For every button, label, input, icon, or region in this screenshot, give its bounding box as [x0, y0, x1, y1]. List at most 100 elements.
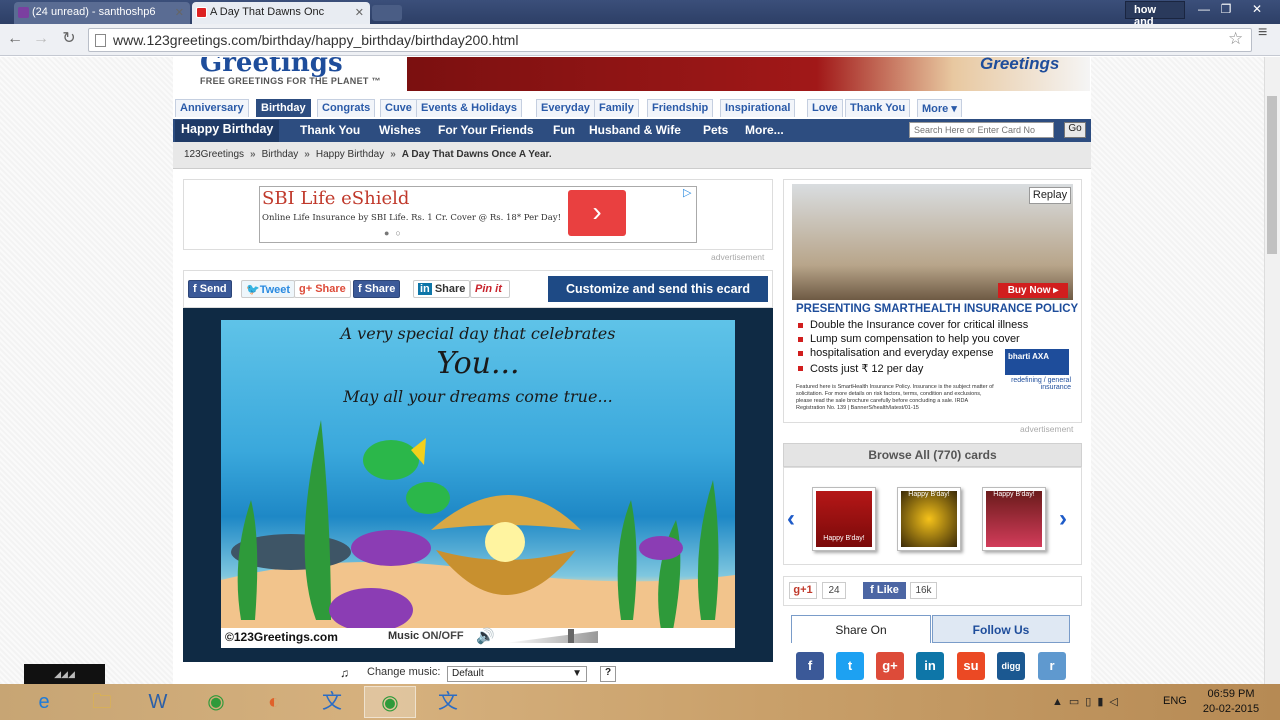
firefox-icon[interactable]: ◐ [248, 686, 300, 718]
fb-like-count: 16k [910, 582, 937, 599]
tab-follow-us[interactable]: Follow Us [932, 615, 1070, 643]
nav-inspirational[interactable]: Inspirational [720, 99, 796, 117]
next-arrow-icon[interactable]: › [1059, 505, 1067, 533]
tab-share-on[interactable]: Share On [791, 615, 931, 643]
ad-arrow-button[interactable]: › [568, 190, 626, 236]
new-tab-button[interactable] [372, 5, 402, 21]
facebook-icon[interactable]: f [796, 652, 824, 680]
prev-arrow-icon[interactable]: ‹ [787, 505, 795, 533]
back-icon[interactable]: ← [4, 29, 26, 49]
pinit-button[interactable]: Pin it [470, 280, 510, 298]
twitter-icon[interactable]: t [836, 652, 864, 680]
explorer-icon[interactable]: 🗀 [76, 686, 128, 718]
brand-tagline: redefining / general insurance [1011, 377, 1071, 391]
card-thumbnail[interactable]: Happy B'day! [982, 487, 1046, 551]
ad-title[interactable]: SBI Life eShield [262, 188, 409, 209]
subnav-fun[interactable]: Fun [553, 123, 575, 137]
google-plus-icon[interactable]: g+ [876, 652, 904, 680]
subnav-happy-birthday[interactable]: Happy Birthday [175, 120, 280, 142]
stumbleupon-icon[interactable]: su [957, 652, 985, 680]
nav-everyday[interactable]: Everyday [536, 99, 595, 117]
nav-birthday[interactable]: Birthday [256, 99, 311, 117]
browse-all-header[interactable]: Browse All (770) cards [783, 443, 1082, 467]
nav-events-holidays[interactable]: Events & Holidays [416, 99, 522, 117]
fish [363, 438, 450, 514]
ad-label: advertisement [1020, 424, 1074, 434]
fb-like-button[interactable]: f Like [863, 582, 906, 599]
crumb-birthday[interactable]: Birthday [262, 149, 299, 160]
gplus-count: 24 [822, 582, 846, 599]
nav-love[interactable]: Love [807, 99, 843, 117]
speaker-icon[interactable]: 🔊 [476, 627, 495, 645]
music-select[interactable]: Default ▼ [447, 666, 587, 682]
adchoices-icon[interactable]: ▷ [683, 186, 691, 199]
subnav-husband-wife[interactable]: Husband & Wife [589, 123, 681, 137]
ad-subtitle: Online Life Insurance by SBI Life. Rs. 1… [262, 213, 562, 223]
close-window-icon[interactable]: ✕ [1240, 0, 1274, 18]
fb-send-button[interactable]: f Send [188, 280, 232, 298]
restore-icon[interactable]: ❐ [1212, 0, 1240, 18]
help-button[interactable]: ? [600, 666, 616, 682]
chrome-active-icon[interactable]: ◉ [364, 686, 416, 718]
tweet-button[interactable]: 🐦Tweet [241, 280, 296, 298]
page-icon [95, 34, 106, 47]
chrome-icon[interactable]: ◉ [190, 686, 242, 718]
crumb-home[interactable]: 123Greetings [184, 149, 244, 160]
tab-mail[interactable]: (24 unread) - santhoshp6 ✕ [14, 2, 190, 24]
subnav-pets[interactable]: Pets [703, 123, 728, 137]
nav-anniversary[interactable]: Anniversary [175, 99, 249, 117]
close-icon[interactable]: ✕ [355, 6, 364, 19]
gplus-share-button[interactable]: g+ Share [294, 280, 351, 298]
customize-send-button[interactable]: Customize and send this ecard [548, 276, 768, 302]
search-input[interactable] [909, 122, 1054, 138]
subnav-for-your-friends[interactable]: For Your Friends [438, 123, 534, 137]
ecard-animation[interactable]: A very special day that celebrates You..… [221, 320, 735, 648]
subnav-more[interactable]: More... [745, 123, 784, 137]
nav-thank-you[interactable]: Thank You [845, 99, 911, 117]
music-toggle[interactable]: ON/OFF [422, 630, 464, 642]
forward-icon[interactable]: → [30, 29, 52, 49]
reddit-icon[interactable]: r [1038, 652, 1066, 680]
nav-cuve[interactable]: Cuve [380, 99, 417, 117]
copyright: ©123Greetings.com [225, 630, 338, 644]
replay-button[interactable]: Replay [1029, 187, 1071, 204]
go-button[interactable]: Go [1064, 122, 1086, 138]
nav-more[interactable]: More ▾ [917, 99, 962, 117]
ad-dots[interactable]: ●○ [384, 228, 407, 238]
reload-icon[interactable]: ↻ [58, 29, 80, 49]
fb-share-button[interactable]: f Share [353, 280, 401, 298]
nav-family[interactable]: Family [594, 99, 639, 117]
tab-greetings[interactable]: A Day That Dawns Onc ✕ [192, 2, 370, 24]
linkedin-share-button[interactable]: in Share [413, 280, 471, 298]
buy-now-button[interactable]: Buy Now ▸ [998, 283, 1068, 298]
clock[interactable]: 06:59 PM 20-02-2015 [1196, 687, 1266, 717]
card-thumbnail[interactable]: Happy B'day! [897, 487, 961, 551]
tray-icons[interactable]: ▲▭▯▮◁ [1052, 695, 1124, 708]
gplus-button[interactable]: g+1 [789, 582, 817, 599]
card-thumbnail[interactable]: Happy B'day! [812, 487, 876, 551]
digg-icon[interactable]: digg [997, 652, 1025, 680]
address-bar[interactable]: www.123greetings.com/birthday/happy_birt… [88, 28, 1252, 52]
ad-bullet: Lump sum compensation to help you cover [798, 333, 1020, 345]
video-control-bar[interactable]: ◢◢◢ [24, 664, 105, 684]
crumb-happy-birthday[interactable]: Happy Birthday [316, 149, 384, 160]
subnav-wishes[interactable]: Wishes [379, 123, 421, 137]
nav-friendship[interactable]: Friendship [647, 99, 714, 117]
linkedin-icon[interactable]: in [916, 652, 944, 680]
bookmark-star-icon[interactable]: ☆ [1228, 29, 1243, 49]
nav-congrats[interactable]: Congrats [317, 99, 376, 117]
translate-icon[interactable]: 文 [422, 686, 474, 718]
ad-fine-print: Featured here is SmartHealth Insurance P… [796, 384, 994, 411]
subnav-thank-you[interactable]: Thank You [300, 123, 360, 137]
language-indicator[interactable]: ENG [1163, 695, 1187, 707]
facebook-icon: f [870, 584, 877, 596]
ie-icon[interactable]: e [18, 686, 70, 718]
word-icon[interactable]: W [132, 686, 184, 718]
translate-icon[interactable]: 文 [306, 686, 358, 718]
close-icon[interactable]: ✕ [175, 6, 184, 19]
scrollbar-thumb[interactable] [1267, 96, 1277, 254]
volume-handle[interactable] [568, 629, 574, 643]
user-label[interactable]: how and [1125, 1, 1185, 28]
menu-icon[interactable]: ≡ [1258, 25, 1272, 41]
ad-bullet-cont: hospitalisation and everyday expense [798, 347, 993, 359]
